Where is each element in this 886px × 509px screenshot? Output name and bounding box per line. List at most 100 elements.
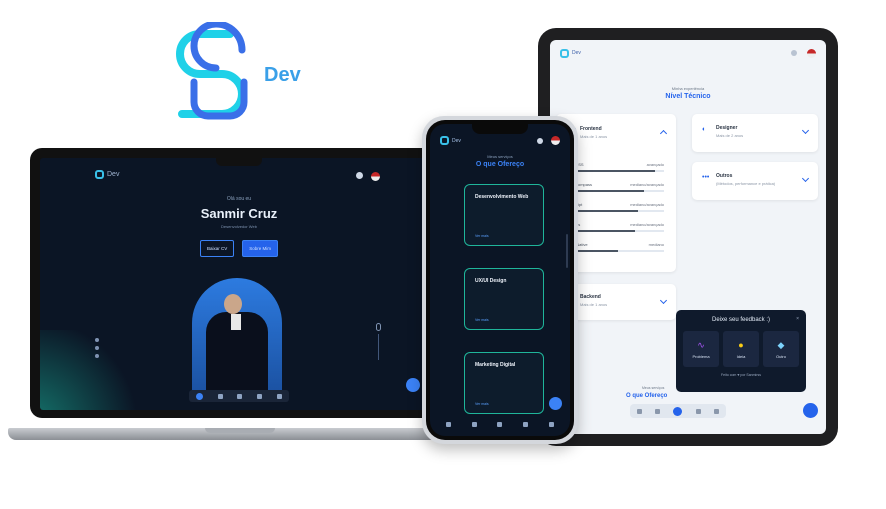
skill-row: L/CSSavançado <box>572 160 664 180</box>
theme-toggle-icon[interactable] <box>537 137 543 144</box>
laptop-dock-nav <box>189 390 289 402</box>
skill-bar-fill <box>572 230 635 232</box>
skill-bar <box>572 250 664 252</box>
download-cv-button[interactable]: Baixar CV <box>199 240 235 257</box>
tablet-screen: Dev Minha experiência Nível Técnico </> … <box>550 40 826 434</box>
tablet-brand-text: Dev <box>572 50 581 56</box>
home-icon[interactable] <box>196 392 204 400</box>
outros-title: Outros <box>716 173 733 179</box>
file-icon[interactable] <box>497 421 503 427</box>
phone-bezel: Dev Meus serviços O que Ofereço Desenvol… <box>426 120 574 440</box>
services-subtitle: Meus serviços <box>487 154 513 159</box>
feedback-fab-button[interactable] <box>803 403 818 418</box>
skill-bar-fill <box>572 250 618 252</box>
feedback-fab-button[interactable] <box>406 378 420 392</box>
phone-screen: Dev Meus serviços O que Ofereço Desenvol… <box>430 124 570 436</box>
feedback-panel: Deixe seu feedback :) × ∿ Problema ● Ide… <box>676 310 806 392</box>
phone-brand[interactable]: Dev <box>440 136 461 145</box>
person-shirt <box>231 314 241 330</box>
tablet-device: Dev Minha experiência Nível Técnico </> … <box>538 28 838 446</box>
profile-photo <box>192 278 282 400</box>
skill-level: mediano <box>648 242 664 247</box>
skill-list: L/CSSavançados/Compassmediano/avançadoSc… <box>572 160 664 260</box>
feedback-option-label: Problema <box>692 353 710 359</box>
skill-bar <box>572 210 664 212</box>
tablet-brand[interactable]: Dev <box>560 48 581 58</box>
skill-bar-fill <box>572 210 639 212</box>
user-icon[interactable] <box>471 421 477 427</box>
scroll-indicator[interactable] <box>375 323 381 361</box>
linkedin-icon[interactable] <box>95 338 99 342</box>
laptop-screen: Dev Olá sou eu Sanmir Cruz Desenvolvedor… <box>40 158 438 410</box>
user-icon[interactable] <box>217 393 223 399</box>
theme-toggle-icon[interactable] <box>356 172 363 179</box>
phone-header-icons <box>537 136 560 145</box>
service-card-web[interactable]: Desenvolvimento Web Ver mais <box>464 184 544 246</box>
scrollbar[interactable] <box>566 234 568 268</box>
section-title: Nível Técnico <box>665 93 711 100</box>
tablet-dock-nav <box>630 404 726 418</box>
worm-icon: ∿ <box>697 339 705 350</box>
phone-notch <box>472 124 528 134</box>
skill-row: s/Compass mediano/avançado <box>572 180 664 200</box>
theme-toggle-icon[interactable] <box>791 50 797 56</box>
laptop-brand[interactable]: Dev <box>95 170 119 179</box>
file-icon[interactable] <box>673 406 683 416</box>
outros-card[interactable]: ••• Outros (Métodos, performance e práti… <box>692 162 818 200</box>
about-me-button[interactable]: Sobre Mim <box>242 240 279 257</box>
phone-dock-nav <box>436 418 564 430</box>
greeting: Olá sou eu <box>226 196 252 202</box>
home-icon[interactable] <box>636 408 642 414</box>
laptop-brand-text: Dev <box>107 171 120 178</box>
feedback-option-idea[interactable]: ● Ideia <box>723 331 759 367</box>
mouse-icon <box>375 323 381 331</box>
product-mockup: Dev Dev Olá sou eu Sanmir Cruz Desenvolv… <box>0 0 886 509</box>
language-flag-icon[interactable] <box>551 136 560 145</box>
see-more-link[interactable]: Ver mais <box>475 402 489 406</box>
briefcase-icon[interactable] <box>257 393 263 399</box>
laptop-device: Dev Olá sou eu Sanmir Cruz Desenvolvedor… <box>30 148 448 418</box>
chevron-up-icon[interactable] <box>659 129 668 138</box>
instagram-icon[interactable] <box>95 354 99 358</box>
bulb-icon: ● <box>738 339 744 350</box>
service-card-marketing[interactable]: Marketing Digital Ver mais <box>464 352 544 414</box>
scroll-line <box>377 334 379 360</box>
frontend-title: Frontend <box>580 126 602 132</box>
phone-device: Dev Meus serviços O que Ofereço Desenvol… <box>422 116 578 444</box>
logo-text: Dev <box>264 64 301 86</box>
brand-logo: Dev <box>172 20 312 122</box>
skill-level: mediano/avançado <box>630 222 664 227</box>
backend-years: Mais de 1 anos <box>580 302 608 307</box>
chevron-down-icon[interactable] <box>801 126 810 135</box>
message-icon[interactable] <box>548 421 554 427</box>
briefcase-icon[interactable] <box>695 408 701 414</box>
skill-bar <box>572 190 664 192</box>
feedback-option-problem[interactable]: ∿ Problema <box>683 331 719 367</box>
cs-monogram-icon <box>176 20 248 120</box>
see-more-link[interactable]: Ver mais <box>475 318 489 322</box>
camera-notch <box>216 158 262 166</box>
bottom-subtitle: Meus serviços <box>642 386 665 390</box>
skill-row: ct Native mediano <box>572 240 664 260</box>
message-icon[interactable] <box>714 408 720 414</box>
feedback-option-other[interactable]: ◆ Outro <box>763 331 799 367</box>
designer-card[interactable]: ◐ Designer Mais de 2 anos <box>692 114 818 152</box>
service-card-uxui[interactable]: UX/UI Design Ver mais <box>464 268 544 330</box>
chevron-down-icon[interactable] <box>801 174 810 183</box>
language-flag-icon[interactable] <box>371 172 380 181</box>
chevron-down-icon[interactable] <box>659 296 668 305</box>
skill-level: avançado <box>646 162 664 167</box>
language-flag-icon[interactable] <box>807 48 816 58</box>
briefcase-icon[interactable] <box>523 421 529 427</box>
person-head <box>224 294 242 314</box>
user-icon[interactable] <box>655 408 661 414</box>
file-icon[interactable] <box>237 393 243 399</box>
skill-level: mediano/avançado <box>630 202 664 207</box>
github-icon[interactable] <box>95 346 99 350</box>
home-icon[interactable] <box>446 421 452 427</box>
feedback-option-label: Ideia <box>736 353 746 359</box>
see-more-link[interactable]: Ver mais <box>475 234 489 238</box>
close-icon[interactable]: × <box>796 316 799 322</box>
message-icon[interactable] <box>276 393 282 399</box>
feedback-fab-button[interactable] <box>549 397 562 410</box>
